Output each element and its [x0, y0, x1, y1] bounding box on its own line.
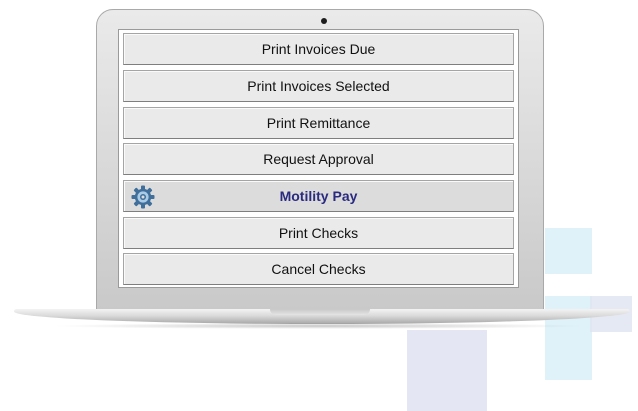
gear-icon [130, 184, 156, 210]
cancel-checks-button[interactable]: Cancel Checks [123, 253, 514, 285]
button-label: Cancel Checks [271, 261, 366, 277]
button-label: Print Remittance [266, 115, 371, 131]
laptop-shadow [50, 323, 590, 329]
laptop-screen: Print Invoices Due Print Invoices Select… [118, 29, 519, 288]
print-remittance-button[interactable]: Print Remittance [123, 107, 514, 139]
button-label: Motility Pay [279, 188, 358, 204]
print-checks-button[interactable]: Print Checks [123, 217, 514, 249]
print-invoices-due-button[interactable]: Print Invoices Due [123, 33, 514, 65]
laptop-notch [270, 309, 370, 315]
request-approval-button[interactable]: Request Approval [123, 143, 514, 175]
button-label: Print Checks [278, 225, 359, 241]
camera-dot [321, 18, 327, 24]
button-label: Print Invoices Selected [247, 78, 390, 94]
motility-pay-button[interactable]: Motility Pay [123, 180, 514, 212]
print-invoices-selected-button[interactable]: Print Invoices Selected [123, 70, 514, 102]
decorative-square [407, 330, 487, 411]
button-label: Request Approval [263, 151, 374, 167]
button-label: Print Invoices Due [261, 41, 376, 57]
decorative-square [545, 228, 592, 274]
